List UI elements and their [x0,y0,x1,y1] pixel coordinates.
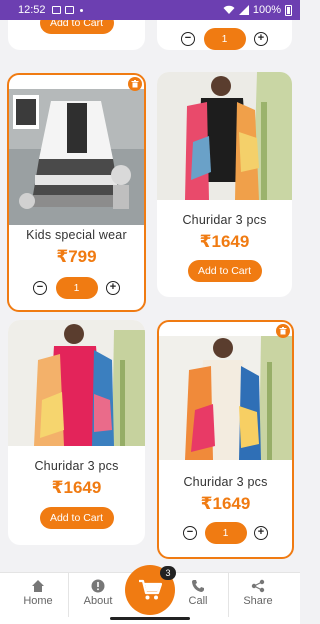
status-time: 12:52 [18,4,46,16]
nav-call-label: Call [188,595,208,607]
home-icon [32,580,44,592]
product-price: ₹1649 [51,478,102,497]
status-bar: 12:52 100% [0,0,300,20]
nav-about[interactable]: About [68,573,128,617]
decrease-quantity-button[interactable]: − [183,526,197,540]
cart-count-badge: 3 [160,566,176,580]
product-name: Churidar 3 pcs [182,213,267,227]
nav-call[interactable]: Call [168,573,228,617]
quantity-value: 1 [55,277,98,299]
increase-quantity-button[interactable]: + [106,281,120,295]
product-price: ₹1649 [200,494,251,513]
quantity-stepper: − 1 + [159,522,292,544]
phone-icon [192,580,204,592]
product-price: ₹799 [56,247,97,266]
product-card[interactable]: Churidar 3 pcs ₹1649 Add to Cart [157,72,292,297]
delete-icon[interactable] [276,324,290,338]
quantity-stepper: − 1 + [157,28,292,50]
nav-share-label: Share [243,595,273,607]
product-card[interactable]: Kids special wear ₹799 − 1 + [7,73,146,312]
product-card[interactable]: Churidar 3 pcs ₹1649 − 1 + [157,320,294,559]
product-price: ₹1649 [199,232,250,251]
product-name: Churidar 3 pcs [183,475,268,489]
product-image-kids-dress [9,89,144,225]
add-to-cart-button[interactable]: Add to Cart [39,507,114,529]
product-image-churidar [8,320,145,446]
product-card[interactable]: Churidar 3 pcs ₹1649 Add to Cart [8,320,145,545]
product-name: Kids special wear [26,228,127,242]
add-to-cart-button[interactable]: Add to Cart [187,260,262,282]
decrease-quantity-button[interactable]: − [33,281,47,295]
product-image-churidar [157,72,292,200]
nav-home[interactable]: Home [8,573,68,617]
share-icon [251,579,265,593]
info-icon [91,579,105,593]
nav-about-label: About [83,595,113,607]
quantity-stepper: − 1 + [9,277,144,299]
gesture-home-bar[interactable] [110,617,190,620]
nav-home-label: Home [23,595,53,607]
delete-icon[interactable] [128,77,142,91]
more-notifications-icon [79,8,83,12]
decrease-quantity-button[interactable]: − [181,32,195,46]
gallery-notification-icon [64,6,74,14]
quantity-value: 1 [203,28,246,50]
product-name: Churidar 3 pcs [34,459,119,473]
battery-percent: 100% [252,4,281,16]
increase-quantity-button[interactable]: + [254,526,268,540]
image-notification-icon [51,6,61,14]
nav-share[interactable]: Share [228,573,288,617]
signal-icon [238,5,249,15]
cart-icon [139,579,162,600]
battery-icon [285,4,292,16]
wifi-icon [223,5,235,14]
increase-quantity-button[interactable]: + [254,32,268,46]
product-image-churidar [159,336,292,460]
quantity-value: 1 [204,522,247,544]
